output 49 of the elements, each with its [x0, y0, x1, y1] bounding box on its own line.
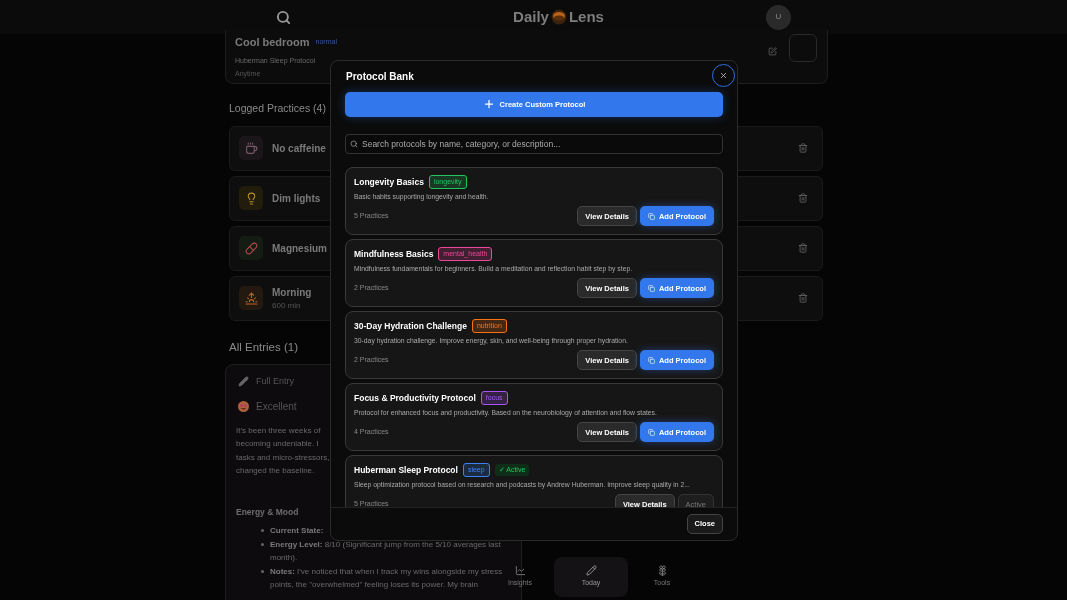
pencil-icon [238, 376, 249, 388]
practice-name: Cool bedroom [235, 35, 310, 50]
bullet-text: Notes: I've noticed that when I track my wins alongside my stress points, the "overwhelmed" feeling loses its power. My brain [270, 566, 504, 592]
logo-text: Lens [568, 6, 604, 27]
user-avatar[interactable]: U [766, 4, 791, 30]
close-icon [719, 70, 728, 80]
search-icon[interactable] [276, 9, 291, 25]
dialog-title: Protocol Bank [346, 70, 414, 85]
practice-icon [244, 141, 258, 155]
practice-icon [244, 291, 258, 305]
protocol-name: Huberman Sleep Protocol [354, 463, 458, 477]
entry-text-line: changed the baseline. [236, 465, 315, 477]
protocol-name: 30-Day Hydration Challenge [354, 319, 467, 333]
mood-label: Excellent [256, 399, 297, 414]
bullet-text: Current State: [270, 525, 324, 538]
protocol-name: Mindfulness Basics [354, 247, 434, 261]
logo-orb-icon [550, 9, 567, 25]
chart-icon [514, 565, 526, 577]
entry-heading: Energy & Mood [236, 505, 299, 519]
protocol-name: Focus & Productivity Protocol [354, 391, 476, 405]
plus-icon [482, 98, 495, 111]
section-title: All Entries (1) [229, 339, 299, 355]
practice-name: No caffeine [272, 141, 326, 156]
practice-name: Morning [272, 285, 312, 300]
lotus-icon [656, 565, 668, 577]
delete-icon[interactable] [798, 143, 808, 154]
section-title: Logged Practices (4) [229, 101, 326, 116]
edit-icon[interactable] [768, 47, 777, 56]
delete-icon[interactable] [798, 293, 808, 304]
protocol-name: Longevity Basics [354, 175, 424, 189]
copy-icon [647, 212, 655, 220]
entry-text-line: tasks and micro-stressors, [236, 451, 330, 464]
delete-icon[interactable] [798, 193, 808, 204]
pencil-icon [585, 565, 597, 577]
copy-icon [647, 428, 655, 436]
entry-type: Full Entry [256, 375, 294, 388]
copy-icon [647, 284, 655, 292]
practice-name: Dim lights [272, 191, 321, 206]
delete-icon[interactable] [798, 243, 808, 254]
smiley-icon [238, 400, 249, 412]
entry-text-line: becoming undeniable. I [236, 438, 319, 450]
checkbox[interactable] [789, 34, 817, 62]
practice-icon [244, 241, 258, 255]
practice-name: Magnesium [272, 241, 327, 256]
entry-text-line: It’s been three weeks of [236, 424, 321, 437]
bullet-text: Energy Level: 8/10 (Significant jump from the 5/10 averages last month). [270, 539, 502, 565]
search-field[interactable]: Search protocols by name, category, or description... [345, 133, 723, 154]
logo-text: Daily [513, 6, 549, 27]
copy-icon [647, 356, 655, 364]
